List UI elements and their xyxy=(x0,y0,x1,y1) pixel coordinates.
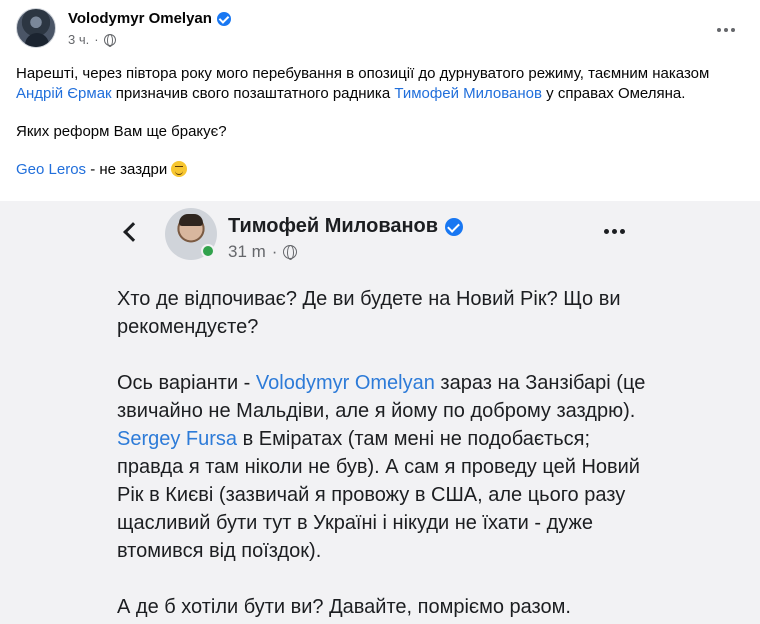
verified-badge-icon xyxy=(216,11,231,26)
mention-milovanov-link[interactable]: Тимофей Милованов xyxy=(394,85,542,102)
shared-paragraph-2: Ось варіанти - Volodymyr Omelyan зараз н… xyxy=(117,372,646,562)
shared-paragraph-1: Хто де відпочиває? Де ви будете на Новий… xyxy=(117,288,621,338)
shared-post-meta: 31 m · xyxy=(228,242,298,262)
post-timestamp[interactable]: 3 ч. xyxy=(68,32,89,47)
shared-post-timestamp: 31 m xyxy=(228,242,266,261)
verified-badge-icon xyxy=(445,217,464,236)
shared-author-name: Тимофей Милованов xyxy=(228,215,439,237)
author-name[interactable]: Volodymyr Omelyan xyxy=(68,10,212,27)
shared-paragraph-3: А де б хотіли бути ви? Давайте, помріємо… xyxy=(117,596,571,618)
post-paragraph-3: Geo Leros - не заздри xyxy=(16,160,744,180)
winking-face-emoji xyxy=(171,161,188,177)
author-name-row: Volodymyr Omelyan xyxy=(68,10,231,27)
globe-icon[interactable] xyxy=(103,33,116,47)
shared-screenshot-image[interactable]: Тимофей Милованов 31 m · Хто де відпочив… xyxy=(0,201,760,624)
shared-author-name-row: Тимофей Милованов xyxy=(228,215,464,238)
back-arrow-icon xyxy=(120,221,142,243)
mention-yermak-link[interactable]: Андрій Єрмак xyxy=(16,85,112,102)
more-options-icon xyxy=(604,229,625,234)
post-header: Volodymyr Omelyan 3 ч. · xyxy=(16,8,744,56)
more-options-button[interactable] xyxy=(708,12,744,48)
post-meta: 3 ч. · xyxy=(68,32,116,47)
post-paragraph-2: Яких реформ Вам ще бракує? xyxy=(16,123,227,140)
more-options-icon xyxy=(717,28,721,32)
post-body: Нарешті, через півтора року мого перебув… xyxy=(16,64,744,198)
globe-icon xyxy=(283,245,298,260)
post-paragraph-1: Нарешті, через півтора року мого перебув… xyxy=(16,65,710,102)
author-avatar[interactable] xyxy=(16,8,56,48)
online-status-icon xyxy=(201,244,215,258)
shared-post-body: Хто де відпочиває? Де ви будете на Новий… xyxy=(117,285,657,624)
mention-fursa-link: Sergey Fursa xyxy=(117,428,238,450)
mention-leros-link[interactable]: Geo Leros xyxy=(16,161,86,178)
mention-omelyan-link: Volodymyr Omelyan xyxy=(255,372,435,394)
